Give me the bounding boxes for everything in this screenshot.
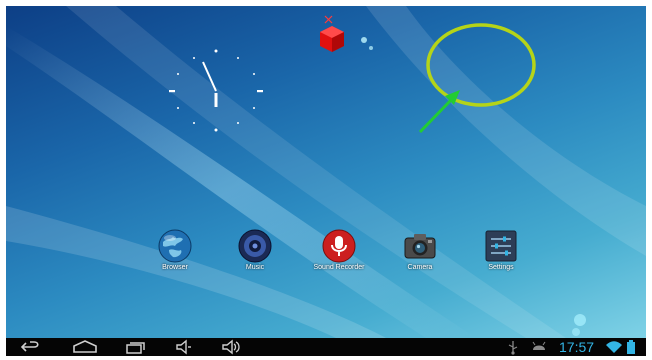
clock-hour-hand xyxy=(214,93,218,107)
camera-icon xyxy=(402,228,438,264)
app-shortcut-music[interactable]: Music xyxy=(220,228,290,278)
app-shortcut-row: Browser Music Sound Recorder Camera Sett… xyxy=(140,228,530,278)
app-label-browser: Browser xyxy=(162,264,188,271)
analog-clock-widget[interactable] xyxy=(156,46,276,136)
app-shortcut-settings[interactable]: Settings xyxy=(466,228,536,278)
app-label-music: Music xyxy=(245,264,265,271)
red-cube-icon[interactable] xyxy=(312,14,352,56)
app-label-sound-recorder: Sound Recorder xyxy=(313,264,365,271)
battery-icon xyxy=(626,339,636,355)
volume-up-icon[interactable] xyxy=(220,339,242,355)
recent-apps-icon[interactable] xyxy=(122,339,148,355)
android-debug-icon xyxy=(530,339,548,355)
speaker-icon xyxy=(237,228,273,264)
volume-down-icon[interactable] xyxy=(174,339,194,355)
usb-icon xyxy=(506,339,520,355)
status-clock: 17:57 xyxy=(559,339,595,355)
back-icon[interactable] xyxy=(18,339,44,355)
app-label-camera: Camera xyxy=(407,264,433,271)
wifi-icon xyxy=(605,339,623,355)
clock-minute-hand xyxy=(202,61,217,92)
app-label-settings: Settings xyxy=(488,264,514,271)
sliders-icon xyxy=(483,228,519,264)
navigation-bar: 17:57 xyxy=(6,338,646,356)
device-frame: Browser Music Sound Recorder Camera Sett… xyxy=(0,0,652,356)
globe-icon xyxy=(157,228,193,264)
home-icon[interactable] xyxy=(70,339,100,355)
app-shortcut-sound-recorder[interactable]: Sound Recorder xyxy=(304,228,374,278)
microphone-icon xyxy=(321,228,357,264)
app-shortcut-camera[interactable]: Camera xyxy=(385,228,455,278)
app-shortcut-browser[interactable]: Browser xyxy=(140,228,210,278)
